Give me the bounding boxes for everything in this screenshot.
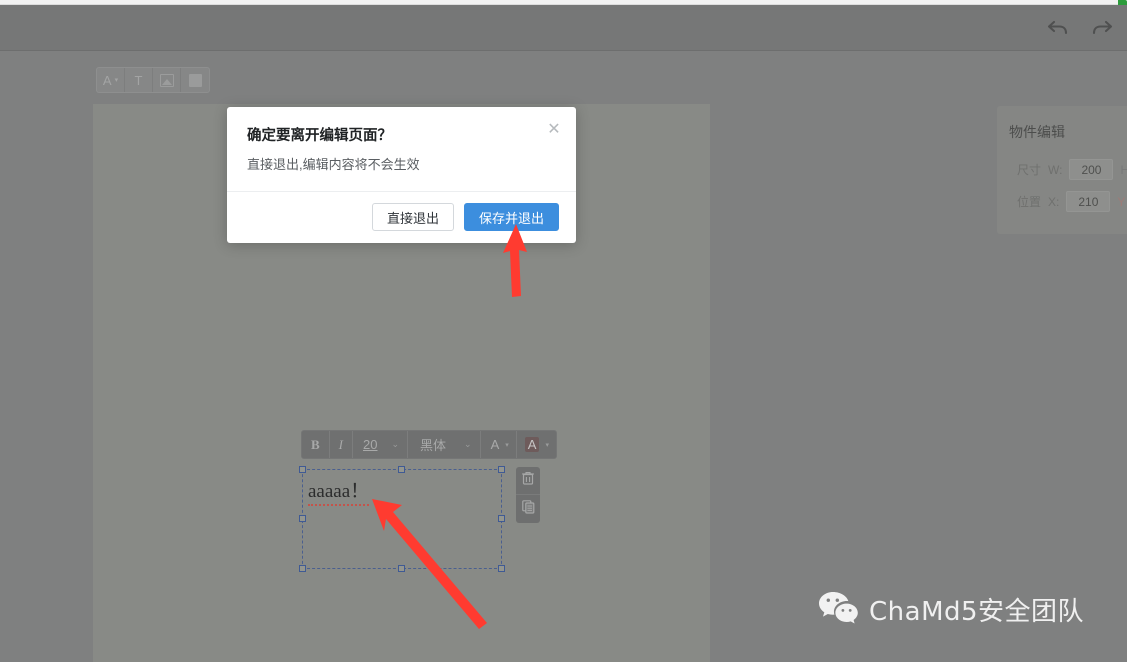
bold-button[interactable]: B	[302, 431, 330, 458]
editor-screen: A ▾ T 物件编辑 尺寸 W: 200 H 位置 X: 210 Y B I 2…	[0, 0, 1127, 662]
toolbar-insert-shape-button[interactable]	[181, 68, 209, 92]
size-label: 尺寸	[1017, 163, 1042, 177]
toolbar-insert-image-button[interactable]	[153, 68, 181, 92]
object-properties-panel: 物件编辑 尺寸 W: 200 H 位置 X: 210 Y	[997, 106, 1127, 234]
resize-handle-middle-right[interactable]	[498, 515, 505, 522]
x-axis-label: X:	[1048, 194, 1060, 209]
selected-text-element[interactable]: aaaaa！	[299, 466, 505, 572]
font-color-chevron-down-icon[interactable]: ▾	[503, 431, 517, 458]
redo-button[interactable]	[1085, 10, 1119, 44]
duplicate-icon	[521, 499, 535, 519]
resize-handle-bottom-left[interactable]	[299, 565, 306, 572]
italic-button[interactable]: I	[330, 431, 354, 458]
save-and-exit-button[interactable]: 保存并退出	[463, 203, 559, 231]
resize-handle-bottom-center[interactable]	[398, 565, 405, 572]
close-icon[interactable]: ✕	[545, 120, 563, 138]
resize-handle-middle-left[interactable]	[299, 515, 306, 522]
delete-element-button[interactable]	[516, 467, 540, 495]
size-property-row: 尺寸 W: 200 H	[1017, 159, 1127, 180]
dialog-footer: 直接退出 保存并退出	[227, 191, 576, 243]
image-insert-icon	[159, 73, 174, 87]
text-element-content[interactable]: aaaaa！	[308, 476, 370, 506]
font-family-value[interactable]: 黑体	[408, 431, 456, 458]
highlight-icon: A	[524, 437, 540, 452]
font-family-dropdown-chevron-down-icon[interactable]: ⌄	[456, 431, 481, 458]
resize-handle-bottom-right[interactable]	[498, 565, 505, 572]
watermark-text: ChaMd5安全团队	[869, 597, 1085, 627]
wechat-icon	[818, 590, 858, 629]
top-bar	[0, 5, 1127, 51]
text-style-icon: A	[102, 72, 112, 88]
font-size-value[interactable]: 20	[353, 431, 383, 458]
text-insert-icon: T	[134, 72, 143, 88]
insert-toolbar: A ▾ T	[96, 67, 210, 93]
highlight-color-button[interactable]: A	[517, 431, 544, 458]
resize-handle-top-center[interactable]	[398, 466, 405, 473]
trash-icon	[521, 471, 535, 490]
chevron-down-icon: ▾	[114, 76, 119, 84]
redo-arrow-icon	[1091, 17, 1113, 37]
position-property-row: 位置 X: 210 Y	[1017, 191, 1125, 212]
font-size-dropdown-chevron-down-icon[interactable]: ⌄	[383, 431, 409, 458]
width-input[interactable]: 200	[1069, 159, 1114, 180]
position-label: 位置	[1017, 195, 1042, 209]
undo-button[interactable]	[1041, 10, 1075, 44]
text-format-toolbar: B I 20 ⌄ 黑体 ⌄ A ▾ A ▾	[301, 430, 557, 459]
dialog-body: 确定要离开编辑页面？ 直接退出,编辑内容将不会生效 ✕	[227, 107, 576, 191]
height-axis-label: H	[1120, 162, 1127, 177]
y-axis-label: Y	[1117, 194, 1126, 209]
duplicate-element-button[interactable]	[516, 495, 540, 523]
exit-without-saving-button[interactable]: 直接退出	[371, 203, 454, 231]
width-axis-label: W:	[1048, 162, 1063, 177]
shape-insert-icon	[188, 73, 202, 87]
toolbar-insert-text-button[interactable]: T	[125, 68, 153, 92]
x-input[interactable]: 210	[1066, 191, 1111, 212]
panel-title: 物件编辑	[1009, 124, 1065, 140]
element-action-buttons	[516, 467, 540, 523]
undo-arrow-icon	[1047, 17, 1069, 37]
highlight-chevron-down-icon[interactable]: ▾	[543, 431, 556, 458]
font-color-icon[interactable]: A	[481, 431, 504, 458]
resize-handle-top-left[interactable]	[299, 466, 306, 473]
dialog-title: 确定要离开编辑页面？	[247, 128, 392, 144]
leave-confirm-dialog: 确定要离开编辑页面？ 直接退出,编辑内容将不会生效 ✕ 直接退出 保存并退出	[227, 107, 576, 243]
resize-handle-top-right[interactable]	[498, 466, 505, 473]
dialog-message: 直接退出,编辑内容将不会生效	[247, 157, 420, 172]
watermark: ChaMd5安全团队	[818, 590, 1084, 629]
history-buttons	[1041, 10, 1119, 44]
toolbar-text-style-button[interactable]: A ▾	[97, 68, 125, 92]
